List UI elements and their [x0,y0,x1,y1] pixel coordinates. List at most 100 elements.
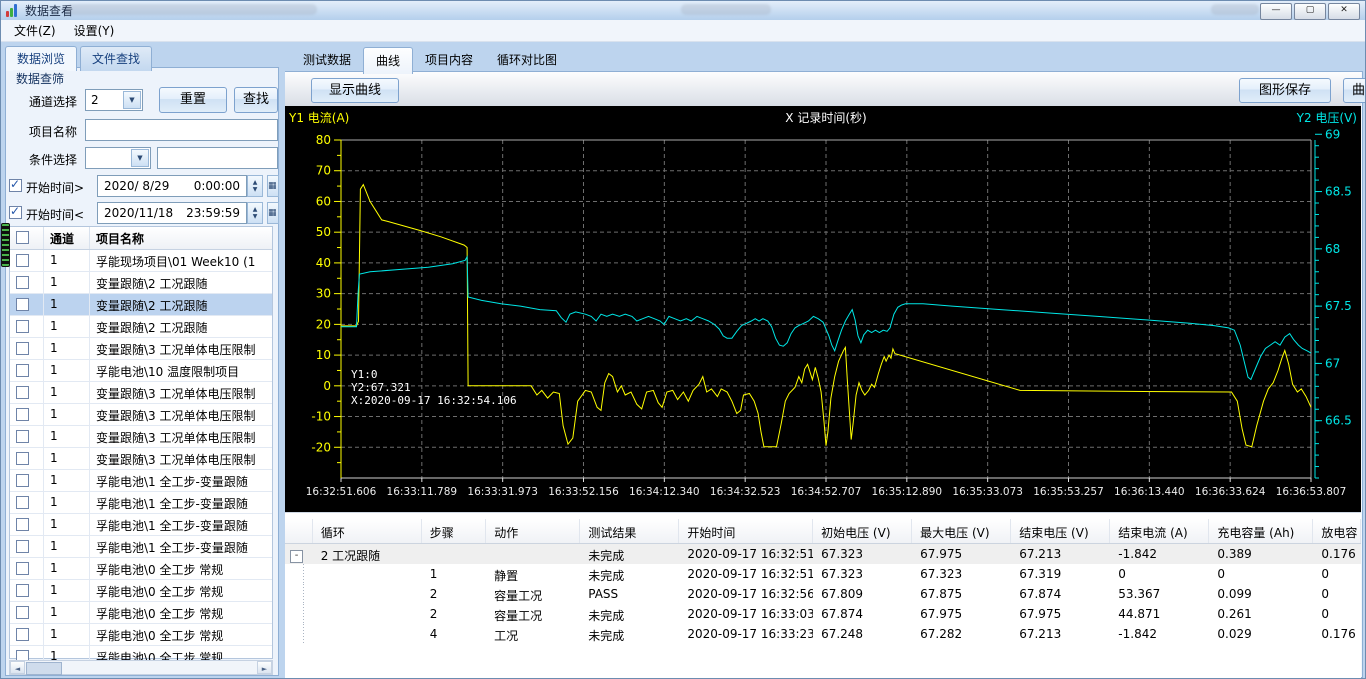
project-row[interactable]: 1 孚能电池\0 全工步 常规 [10,602,272,624]
row-checkbox[interactable] [16,540,29,553]
row-checkbox[interactable] [16,562,29,575]
project-name-input[interactable] [85,119,278,141]
project-row[interactable]: 1 变量跟随\3 工况单体电压限制 [10,338,272,360]
project-row[interactable]: 1 孚能电池\1 全工步-变量跟随 [10,536,272,558]
row-checkbox[interactable] [16,430,29,443]
channel-column-header: 通道 [44,227,90,249]
result-row[interactable]: 2 容量工况 未完成 2020-09-17 16:33:03 67.874 67.975 6… [285,604,1361,624]
collapse-icon[interactable]: - [290,550,303,563]
condition-value-input[interactable] [157,147,278,169]
start-after-checkbox[interactable] [9,177,22,192]
project-row[interactable]: 1 变量跟随\3 工况单体电压限制 [10,382,272,404]
minimize-icon[interactable]: — [1260,3,1292,20]
calendar-icon[interactable]: ▦ [267,175,279,197]
splitter-grip[interactable] [1,223,10,267]
app-window: 数据查看 — ▢ ✕ 文件(Z) 设置(Y) 数据浏览 文件查找 数据查筛 通道… [0,0,1366,679]
close-icon[interactable]: ✕ [1328,3,1360,20]
channel-cell: 1 [44,382,90,403]
project-table-hscrollbar[interactable]: ◄ ► [9,660,273,675]
svg-text:16:36:53.807: 16:36:53.807 [1276,486,1347,498]
curve-chart[interactable]: 80 70 60 50 40 30 20 10 0 -10 -20 69 68.5 68 67.5 67 66.… [285,106,1361,512]
select-all-checkbox[interactable] [16,231,29,244]
project-row[interactable]: 1 变量跟随\3 工况单体电压限制 [10,404,272,426]
condition-select[interactable]: ▼ [85,147,151,169]
project-row[interactable]: 1 孚能电池\1 全工步-变量跟随 [10,514,272,536]
name-column-header: 项目名称 [96,232,145,246]
svg-text:68: 68 [1325,242,1340,256]
start-after-datetime[interactable]: 2020/ 8/29 0:00:00 [97,175,247,197]
tab-curve[interactable]: 曲线 [363,47,414,74]
show-curve-button[interactable]: 显示曲线 [311,78,399,103]
maximize-icon[interactable]: ▢ [1294,3,1326,20]
row-checkbox[interactable] [16,364,29,377]
reset-button[interactable]: 重置 [159,87,227,113]
row-checkbox[interactable] [16,518,29,531]
project-row[interactable]: 1 孚能电池\1 全工步-变量跟随 [10,492,272,514]
row-checkbox[interactable] [16,606,29,619]
start-before-checkbox[interactable] [9,204,22,219]
save-curve-button[interactable]: 曲 [1343,78,1365,103]
row-checkbox[interactable] [16,386,29,399]
menu-file[interactable]: 文件(Z) [5,20,65,41]
save-graph-button[interactable]: 图形保存 [1239,78,1331,103]
row-checkbox[interactable] [16,254,29,267]
step-cell: 2 [429,607,438,621]
svg-text:30: 30 [316,287,331,301]
scrollbar-thumb[interactable] [26,662,62,675]
row-checkbox[interactable] [16,496,29,509]
channel-cell: 1 [44,580,90,601]
result-row[interactable]: 2 容量工况 PASS 2020-09-17 16:32:56 67.809 67.875… [285,584,1361,604]
row-checkbox[interactable] [16,298,29,311]
project-row[interactable]: 1 孚能电池\0 全工步 常规 [10,558,272,580]
start-after-spinner[interactable]: ▲ ▼ [247,175,263,197]
tab-data-browse[interactable]: 数据浏览 [5,46,78,71]
svg-text:69: 69 [1325,127,1340,141]
project-row[interactable]: 1 变量跟随\3 工况单体电压限制 [10,426,272,448]
chevron-down-icon[interactable]: ▼ [123,91,141,109]
column-header: 结束电流 (A) [1110,519,1210,543]
row-checkbox[interactable] [16,342,29,355]
curve-chart-svg[interactable]: 80 70 60 50 40 30 20 10 0 -10 -20 69 68.5 68 67.5 67 66.… [285,106,1361,512]
svg-text:80: 80 [316,133,331,147]
row-checkbox[interactable] [16,452,29,465]
tab-project-content[interactable]: 项目内容 [413,47,485,74]
start-before-spinner[interactable]: ▲ ▼ [247,202,263,224]
result-row[interactable]: 4 工况 未完成 2020-09-17 16:33:23 67.248 67.282 67.… [285,624,1361,644]
project-name-cell: 变量跟随\3 工况单体电压限制 [96,387,256,401]
svg-text:16:36:33.624: 16:36:33.624 [1195,486,1266,498]
menu-settings[interactable]: 设置(Y) [65,20,124,41]
result-row[interactable]: - 2 工况跟随 未完成 2020-09-17 16:32:51 67.323 67.97… [285,544,1361,564]
channel-cell: 1 [44,492,90,513]
row-checkbox[interactable] [16,320,29,333]
row-checkbox[interactable] [16,474,29,487]
chevron-down-icon[interactable]: ▼ [131,149,149,167]
tab-cycle-compare[interactable]: 循环对比图 [485,47,569,74]
project-row[interactable]: 1 变量跟随\2 工况跟随 [10,316,272,338]
calendar-icon[interactable]: ▦ [267,202,279,224]
project-row[interactable]: 1 孚能电池\0 全工步 常规 [10,624,272,646]
row-checkbox[interactable] [16,408,29,421]
project-row[interactable]: 1 孚能现场项目\01 Week10 (1) [10,250,272,272]
tab-file-find[interactable]: 文件查找 [80,46,153,71]
project-row[interactable]: 1 变量跟随\3 工况单体电压限制 [10,448,272,470]
find-button[interactable]: 查找 [234,87,278,113]
project-row[interactable]: 1 孚能电池\10 温度限制项目 [10,360,272,382]
row-checkbox[interactable] [16,628,29,641]
row-checkbox[interactable] [16,276,29,289]
result-cell: 未完成 [588,569,625,583]
tree-cell [285,624,313,644]
tree-column-header [285,519,313,543]
start-cell: 2020-09-17 16:32:56 [687,587,814,601]
spin-down-icon: ▼ [252,186,258,193]
project-row[interactable]: 1 孚能电池\0 全工步 常规 [10,580,272,602]
project-row[interactable]: 1 变量跟随\2 工况跟随 [10,272,272,294]
channel-select[interactable]: 2 ▼ [85,89,143,111]
project-row[interactable]: 1 孚能电池\1 全工步-变量跟随 [10,470,272,492]
tab-test-data[interactable]: 测试数据 [291,47,363,74]
svg-text:16:34:32.523: 16:34:32.523 [710,486,781,498]
project-row[interactable]: 1 变量跟随\2 工况跟随 [10,294,272,316]
result-row[interactable]: 1 静置 未完成 2020-09-17 16:32:51 67.323 67.323 67.… [285,564,1361,584]
start-cell: 2020-09-17 16:33:23 [687,627,814,641]
row-checkbox[interactable] [16,584,29,597]
start-before-datetime[interactable]: 2020/11/18 23:59:59 [97,202,247,224]
